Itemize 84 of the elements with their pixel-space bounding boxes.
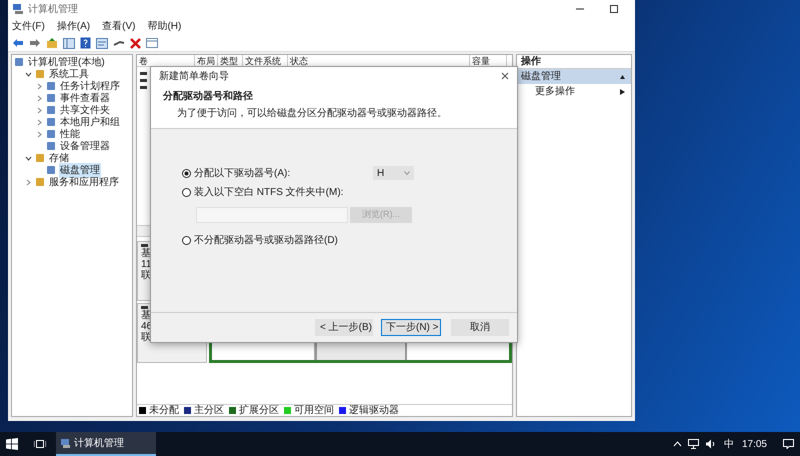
clock[interactable]: 17:05: [742, 436, 767, 452]
expanded-chevron-icon[interactable]: [25, 156, 32, 160]
notification-icon[interactable]: [783, 439, 794, 449]
tree-node-icon: [46, 129, 56, 139]
network-icon[interactable]: [688, 439, 699, 449]
radio-selected-icon[interactable]: [182, 168, 191, 178]
menu-item[interactable]: 操作(A): [56, 19, 90, 34]
radio-option[interactable]: 分配以下驱动器号(A):: [182, 166, 290, 180]
tree-node-icon: [35, 177, 45, 187]
collapse-triangle-icon: [620, 74, 625, 80]
help-icon[interactable]: [80, 37, 91, 49]
forward-arrow-icon[interactable]: [29, 38, 41, 48]
wizard-button[interactable]: < 上一步(B): [315, 319, 373, 336]
legend-label: 逻辑驱动器: [349, 404, 399, 418]
legend-label: 未分配: [149, 404, 179, 418]
collapsed-chevron-icon[interactable]: [37, 130, 42, 138]
tree-item[interactable]: 共享文件夹: [59, 102, 111, 118]
tree-node-icon: [46, 165, 56, 175]
tree-node-icon: [14, 57, 24, 67]
disk-label: 11: [141, 259, 152, 270]
disk-label: 联: [141, 332, 152, 343]
tree-item[interactable]: 本地用户和组: [59, 114, 121, 130]
tree-node-icon: [35, 69, 45, 79]
expanded-chevron-icon[interactable]: [25, 72, 32, 76]
disk-label: 基: [141, 310, 152, 321]
panel-icon[interactable]: [63, 38, 75, 48]
tree-item[interactable]: 计算机管理(本地): [27, 54, 106, 70]
chevron-down-icon: [404, 171, 410, 175]
radio-icon[interactable]: [182, 236, 191, 244]
dialog-title: 新建简单卷向导: [159, 70, 230, 84]
tree-item[interactable]: 设备管理器: [59, 138, 111, 154]
computer-management-icon: [12, 3, 24, 15]
disk-label: 基: [141, 248, 152, 259]
tree-item[interactable]: 性能: [59, 126, 81, 142]
window-title: 计算机管理: [28, 2, 78, 16]
tree-item[interactable]: 事件查看器: [59, 90, 111, 106]
folder-up-icon[interactable]: [46, 38, 58, 48]
wizard-button[interactable]: 下一步(N) >: [381, 319, 441, 336]
legend-label: 可用空间: [294, 404, 334, 418]
action-item[interactable]: 磁盘管理: [517, 69, 631, 84]
back-arrow-icon[interactable]: [12, 38, 24, 48]
tree-node-icon: [46, 81, 56, 91]
submenu-triangle-icon: [620, 88, 625, 94]
menu-item[interactable]: 文件(F): [12, 19, 45, 34]
tree-node-icon: [46, 117, 56, 127]
menu-item[interactable]: 帮助(H): [147, 19, 182, 34]
app-icon: [60, 438, 71, 448]
collapsed-chevron-icon[interactable]: [37, 106, 42, 114]
radio-option[interactable]: 不分配驱动器号或驱动器路径(D): [182, 232, 338, 248]
menu-item[interactable]: 查看(V): [102, 19, 136, 34]
wizard-heading: 分配驱动器号和路径: [163, 90, 254, 104]
chevron-up-icon[interactable]: [672, 441, 682, 447]
tree-node-icon: [46, 141, 56, 151]
tree-item[interactable]: 存储: [48, 150, 70, 166]
tree-item[interactable]: 系统工具: [48, 66, 90, 82]
collapsed-chevron-icon[interactable]: [37, 118, 42, 126]
close-icon[interactable]: [501, 72, 509, 80]
window-icon[interactable]: [146, 38, 158, 48]
tree-item[interactable]: 任务计划程序: [59, 78, 121, 94]
wizard-button[interactable]: 取消: [451, 319, 509, 336]
tree-node-icon: [46, 93, 56, 103]
drive-letter-dropdown[interactable]: H: [373, 166, 414, 180]
volume-icon[interactable]: [704, 439, 716, 449]
radio-icon[interactable]: [182, 188, 191, 196]
radio-option[interactable]: 装入以下空白 NTFS 文件夹中(M):: [182, 184, 344, 200]
legend-label: 主分区: [194, 404, 224, 418]
tree-item[interactable]: 服务和应用程序: [48, 174, 120, 190]
tree-node-icon: [46, 105, 56, 115]
disk-label: 联: [141, 270, 152, 281]
taskbar-app-button[interactable]: 计算机管理: [56, 432, 156, 456]
collapsed-chevron-icon[interactable]: [26, 178, 31, 186]
properties-icon[interactable]: [96, 38, 108, 48]
action-item[interactable]: 更多操作: [517, 84, 631, 99]
collapsed-chevron-icon[interactable]: [37, 94, 42, 102]
legend-label: 扩展分区: [239, 404, 279, 418]
tree-item[interactable]: 磁盘管理: [59, 162, 101, 178]
input-method-indicator[interactable]: 中: [724, 436, 734, 452]
task-view-icon[interactable]: [34, 439, 46, 449]
maximize-icon[interactable]: [609, 4, 619, 14]
collapsed-chevron-icon[interactable]: [37, 82, 42, 90]
wizard-description: 为了便于访问，可以给磁盘分区分配驱动器号或驱动器路径。: [176, 106, 448, 121]
start-icon[interactable]: [6, 438, 18, 450]
tree-node-icon: [35, 153, 45, 163]
delete-icon[interactable]: [130, 38, 141, 48]
